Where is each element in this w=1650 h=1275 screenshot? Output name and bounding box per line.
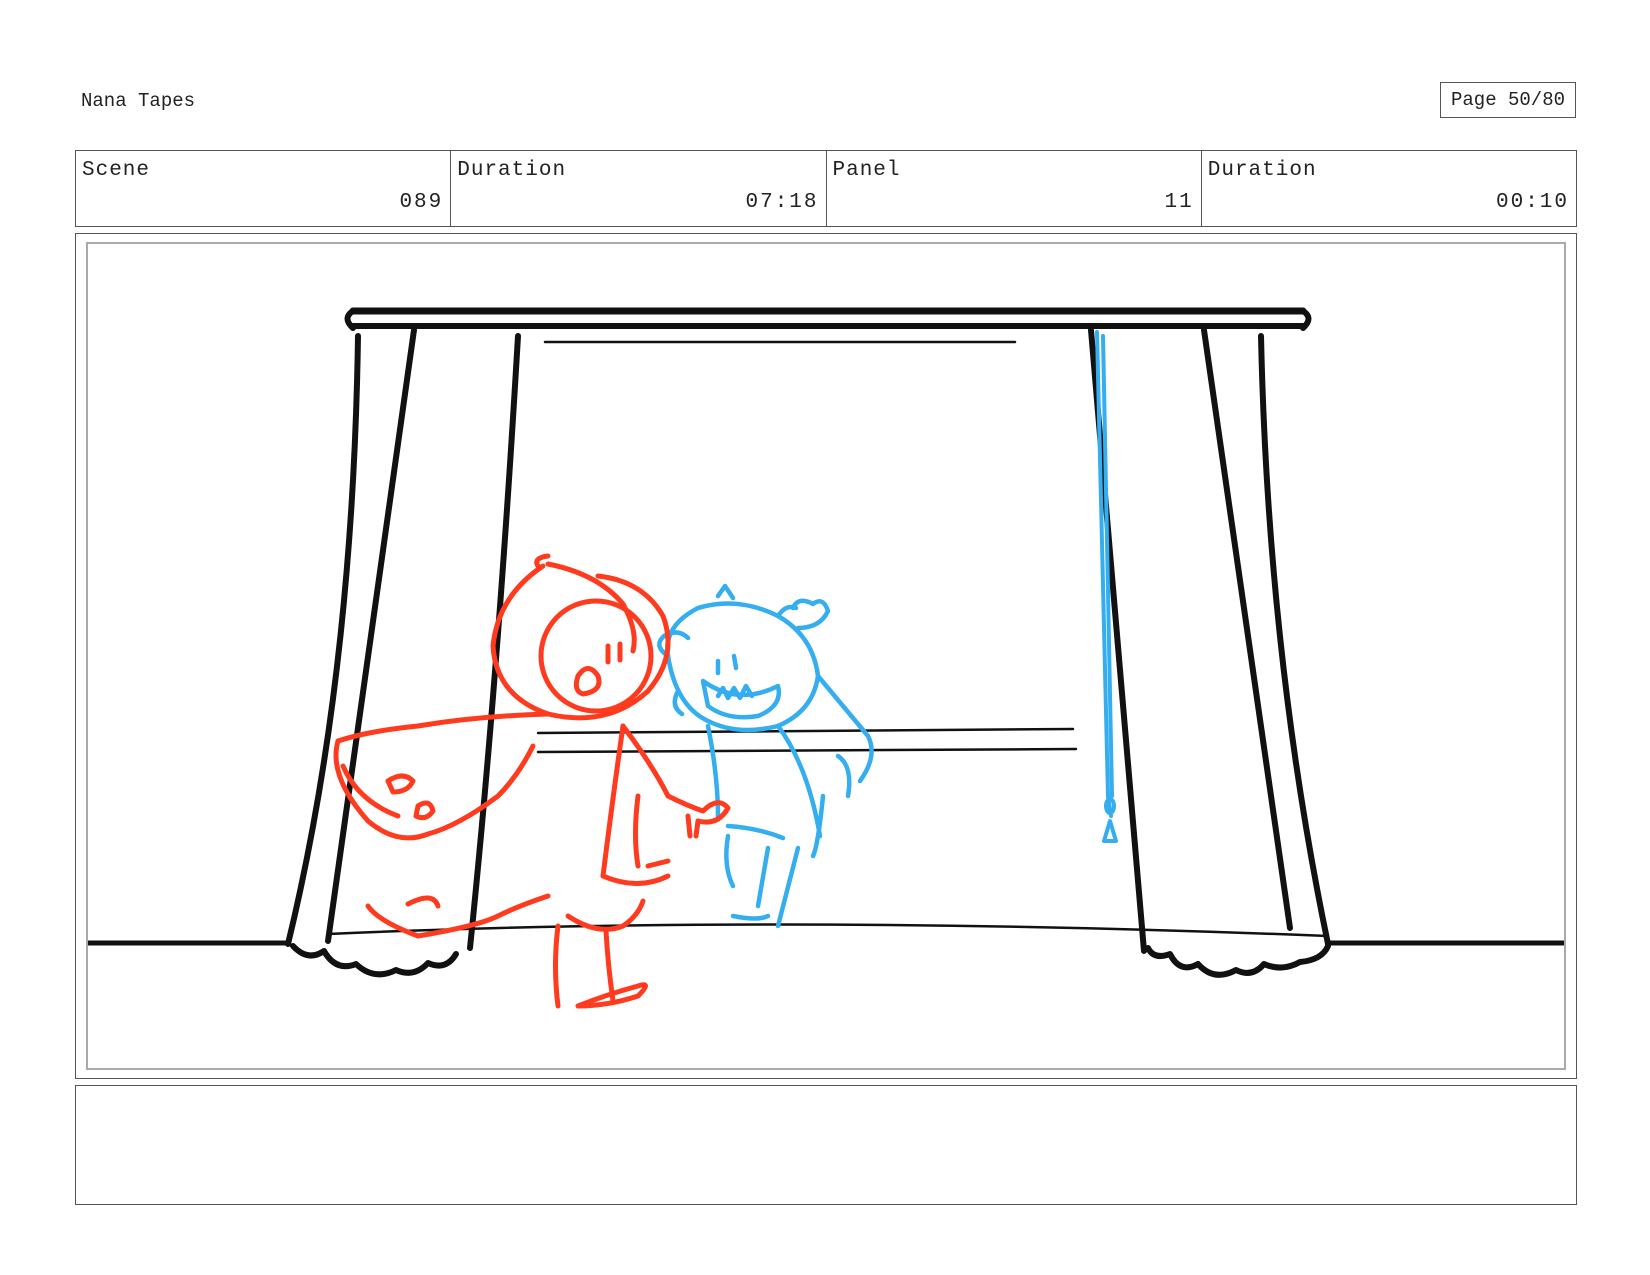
scene-info-table: Scene 089 Duration 07:18 Panel 11 Durati… (75, 150, 1577, 227)
blue-wolf-puppet (657, 583, 874, 929)
project-title: Nana Tapes (81, 90, 196, 112)
stage-floor (88, 727, 1564, 946)
scene-label: Scene (82, 159, 151, 182)
panel-image-area (86, 242, 1566, 1070)
storyboard-panel (75, 233, 1577, 1079)
panel-notes (75, 1085, 1577, 1205)
panel-cell: Panel 11 (827, 151, 1202, 226)
scene-cell: Scene 089 (76, 151, 452, 226)
page-number: Page 50/80 (1440, 82, 1576, 118)
scene-duration-cell: Duration 07:18 (451, 151, 827, 226)
scene-value: 089 (399, 191, 444, 214)
panel-duration-value: 00:10 (1495, 191, 1569, 214)
panel-duration-cell: Duration 00:10 (1202, 151, 1576, 226)
scene-duration-label: Duration (457, 159, 567, 182)
panel-duration-label: Duration (1207, 159, 1317, 182)
scene-duration-value: 07:18 (745, 191, 819, 214)
panel-label: Panel (832, 159, 901, 182)
panel-sketch (88, 307, 1564, 1009)
red-hooded-puppet (333, 553, 731, 1009)
panel-value: 11 (1164, 191, 1194, 214)
